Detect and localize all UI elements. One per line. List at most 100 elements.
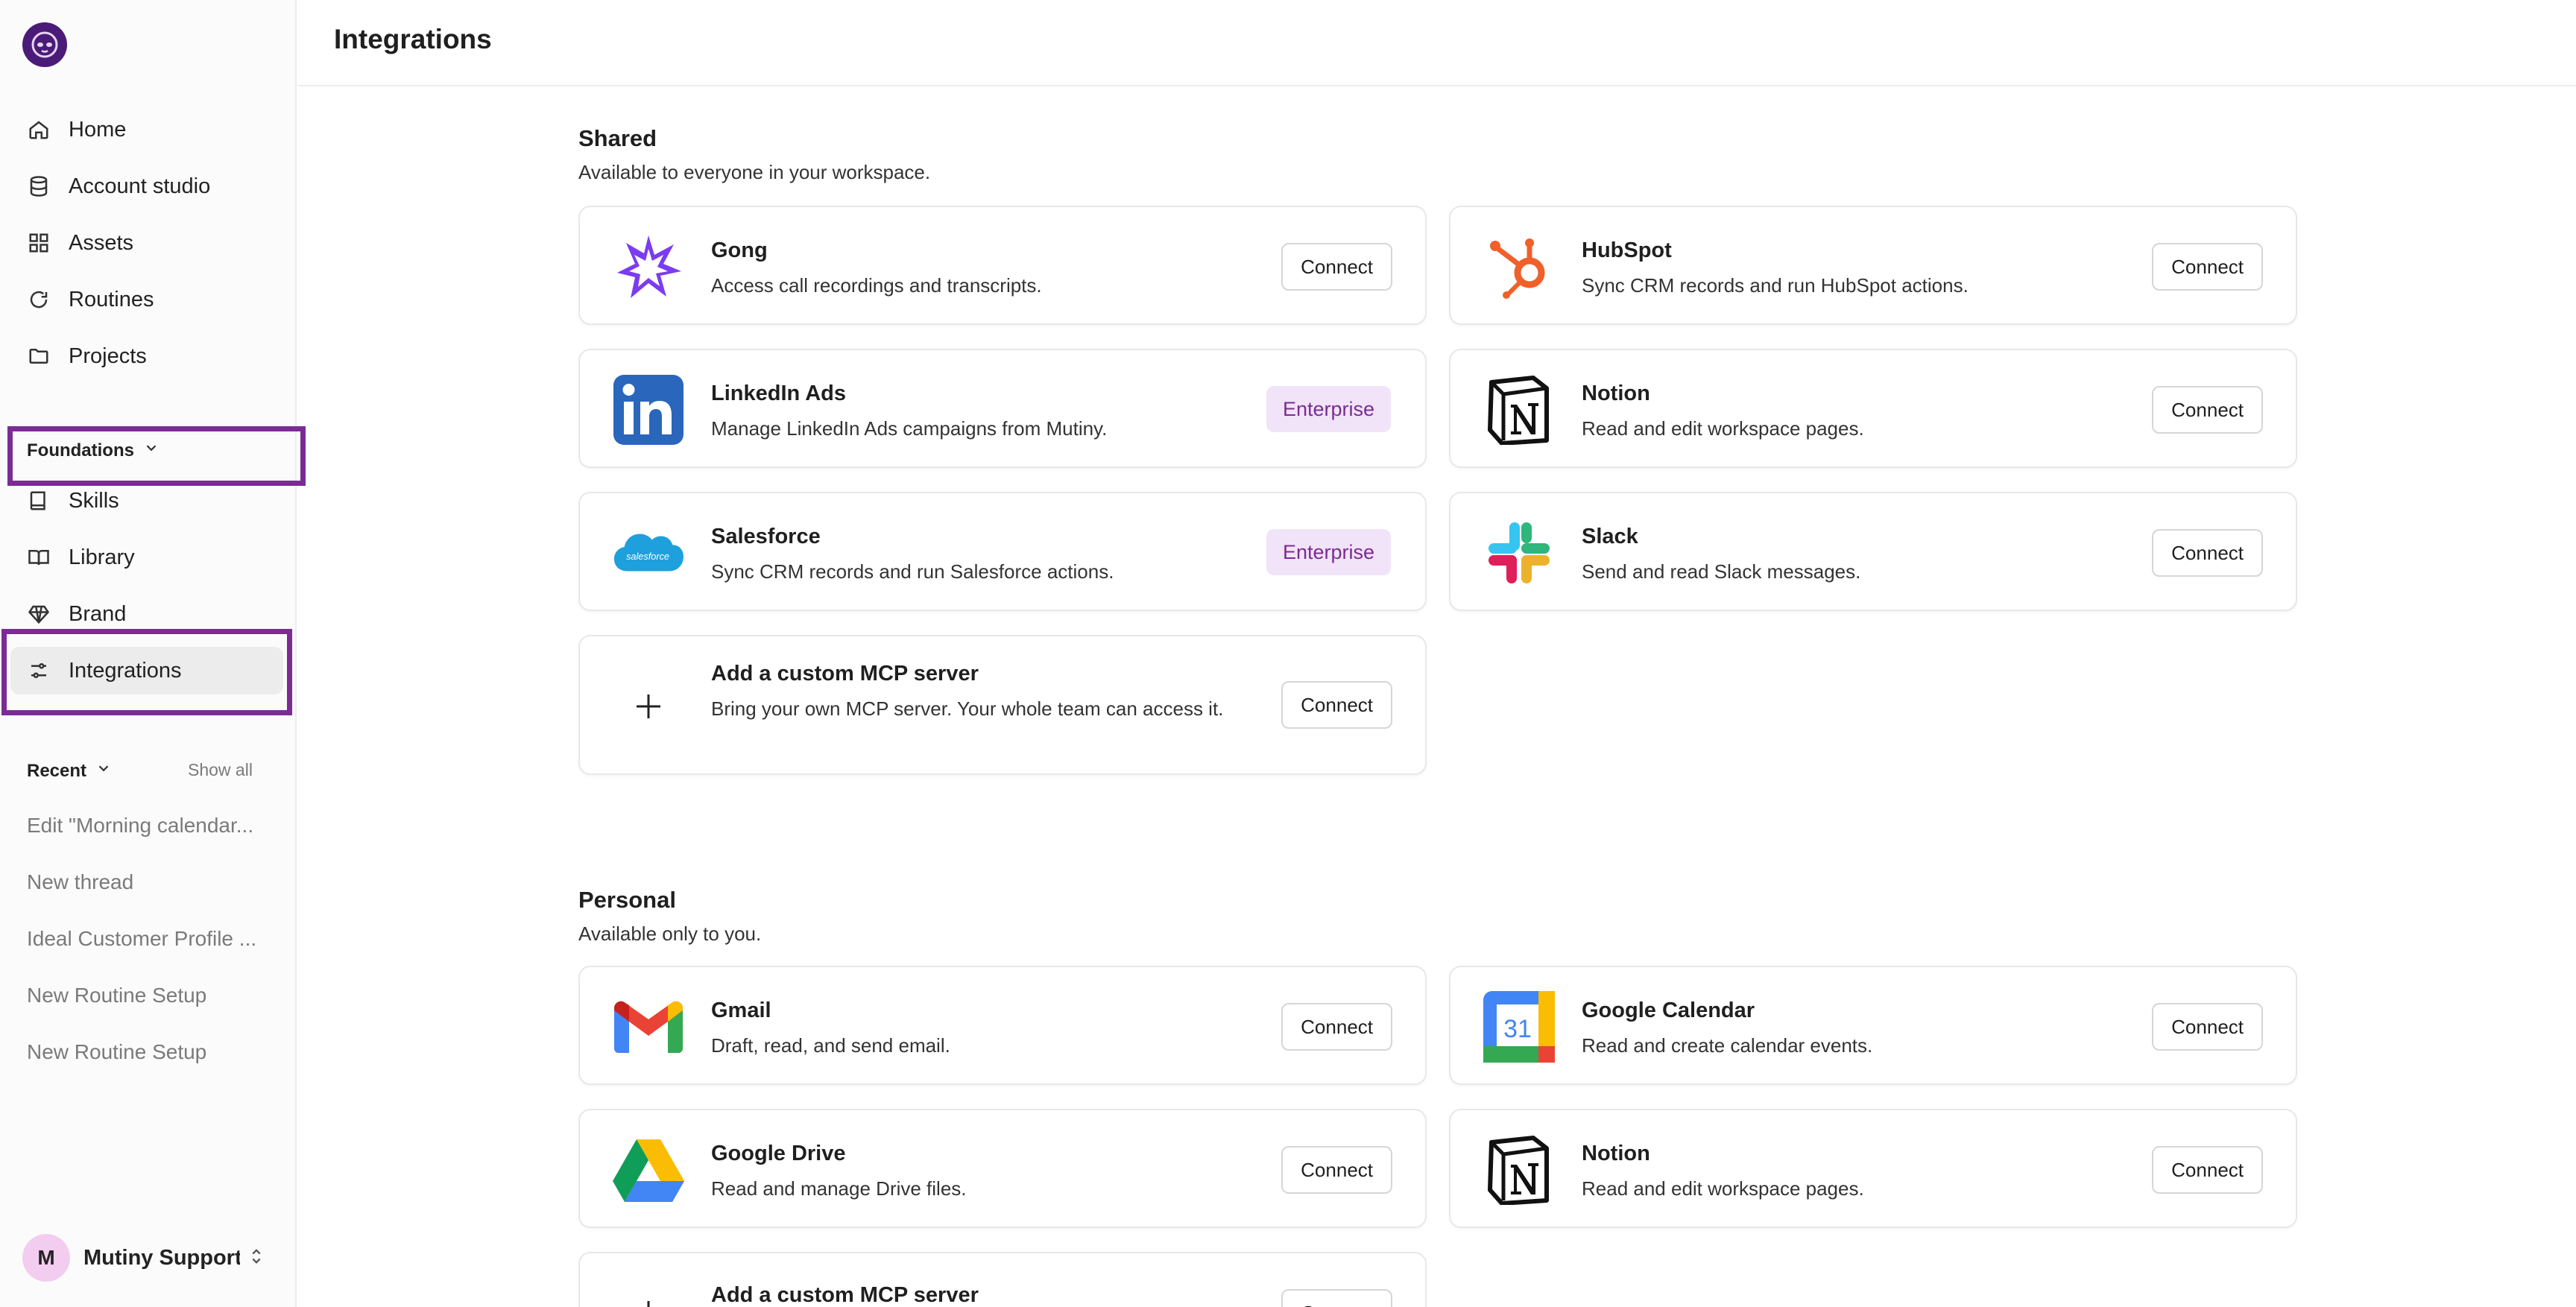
integration-description: Read and edit workspace pages. — [1582, 1177, 1864, 1200]
salesforce-icon: salesforce — [613, 517, 684, 589]
integration-description: Draft, read, and send email. — [711, 1034, 950, 1057]
gmail-icon — [613, 991, 684, 1063]
integration-card-slack: Slack Send and read Slack messages. Conn… — [1449, 492, 2297, 611]
plus-icon — [613, 671, 684, 742]
connect-button[interactable]: Connect — [1281, 1146, 1392, 1194]
integration-description: Send and read Slack messages. — [1582, 560, 1861, 583]
google-drive-icon — [613, 1134, 684, 1206]
integration-card-custom-mcp: Add a custom MCP server Bring your own M… — [578, 635, 1427, 775]
recent-item[interactable]: New thread — [27, 870, 273, 894]
integration-name: Gmail — [711, 999, 771, 1022]
user-name: Mutiny Support — [83, 1245, 240, 1270]
gong-icon — [613, 231, 684, 303]
integration-description: Read and create calendar events. — [1582, 1034, 1873, 1057]
recent-item[interactable]: Edit "Morning calendar... — [27, 814, 273, 838]
folder-icon — [27, 344, 51, 368]
grid-icon — [27, 231, 51, 255]
show-all-link[interactable]: Show all — [188, 760, 253, 780]
shared-section-subtitle: Available to everyone in your workspace. — [578, 161, 931, 183]
integration-description: Sync CRM records and run HubSpot actions… — [1582, 274, 1969, 297]
recent-section-toggle[interactable]: Recent — [27, 760, 112, 782]
integration-name: Google Calendar — [1582, 999, 1755, 1022]
linkedin-icon — [613, 374, 684, 446]
connect-button[interactable]: Connect — [2152, 386, 2263, 434]
integration-name: Notion — [1582, 1142, 1650, 1165]
notion-icon — [1483, 374, 1555, 446]
page-header: Integrations — [298, 0, 2576, 86]
enterprise-badge: Enterprise — [1266, 386, 1391, 432]
highlight-box-integrations — [1, 629, 292, 715]
salesforce-logo-text: salesforce — [626, 551, 669, 562]
personal-section-title: Personal — [578, 887, 676, 913]
integration-name: Add a custom MCP server — [711, 662, 979, 686]
mutiny-logo[interactable] — [22, 22, 67, 67]
avatar: M — [22, 1234, 70, 1282]
sidebar-item-label: Skills — [69, 488, 119, 513]
integration-description: Bring your own MCP server. Your whole te… — [711, 697, 1224, 720]
connect-button[interactable]: Connect — [2152, 243, 2263, 291]
sidebar-item-library[interactable]: Library — [10, 534, 283, 581]
user-menu[interactable]: M Mutiny Support — [22, 1234, 267, 1282]
integration-description: Access call recordings and transcripts. — [711, 274, 1042, 297]
calendar-date-text: 31 — [1503, 1015, 1532, 1043]
diamond-icon — [27, 602, 51, 626]
integration-description: Read and edit workspace pages. — [1582, 417, 1864, 440]
personal-section-subtitle: Available only to you. — [578, 923, 762, 945]
connect-button[interactable]: Connect — [1281, 1289, 1392, 1307]
integration-card-google-calendar: 31 Google Calendar Read and create calen… — [1449, 966, 2297, 1085]
integration-card-salesforce: salesforce Salesforce Sync CRM records a… — [578, 492, 1427, 611]
slack-icon — [1483, 517, 1555, 589]
page-title: Integrations — [334, 24, 492, 54]
recent-item[interactable]: Ideal Customer Profile ... — [27, 927, 273, 951]
connect-button[interactable]: Connect — [2152, 1003, 2263, 1051]
sidebar-item-routines[interactable]: Routines — [10, 276, 283, 323]
integration-name: Gong — [711, 238, 768, 262]
integration-name: Notion — [1582, 382, 1650, 405]
connect-button[interactable]: Connect — [1281, 243, 1392, 291]
recent-title: Recent — [27, 760, 87, 781]
book-icon — [27, 489, 51, 513]
connect-button[interactable]: Connect — [2152, 1146, 2263, 1194]
integration-card-google-drive: Google Drive Read and manage Drive files… — [578, 1109, 1427, 1228]
open-book-icon — [27, 545, 51, 569]
sidebar-item-projects[interactable]: Projects — [10, 332, 283, 380]
integration-card-gmail: Gmail Draft, read, and send email. Conne… — [578, 966, 1427, 1085]
refresh-icon — [27, 288, 51, 311]
recent-item[interactable]: New Routine Setup — [27, 984, 273, 1007]
integration-card-notion: Notion Read and edit workspace pages. Co… — [1449, 349, 2297, 468]
raccoon-logo-icon — [31, 31, 58, 58]
integration-card-custom-mcp-personal: Add a custom MCP server Connect — [578, 1252, 1427, 1307]
integration-card-linkedin-ads: LinkedIn Ads Manage LinkedIn Ads campaig… — [578, 349, 1427, 468]
app-window: Home Account studio Assets Routines Proj… — [0, 0, 2576, 1307]
connect-button[interactable]: Connect — [1281, 1003, 1392, 1051]
connect-button[interactable]: Connect — [2152, 529, 2263, 577]
sidebar-item-home[interactable]: Home — [10, 106, 283, 154]
notion-icon — [1483, 1134, 1555, 1206]
integration-description: Read and manage Drive files. — [711, 1177, 967, 1200]
integration-card-hubspot: HubSpot Sync CRM records and run HubSpot… — [1449, 206, 2297, 325]
integration-name: HubSpot — [1582, 238, 1672, 262]
sidebar-item-label: Assets — [69, 230, 134, 255]
sidebar-item-account-studio[interactable]: Account studio — [10, 162, 283, 210]
sidebar-item-label: Projects — [69, 344, 147, 368]
recent-item[interactable]: New Routine Setup — [27, 1040, 273, 1064]
hubspot-icon — [1483, 231, 1555, 303]
sidebar-item-label: Brand — [69, 601, 127, 626]
integration-description: Manage LinkedIn Ads campaigns from Mutin… — [711, 417, 1108, 440]
connect-button[interactable]: Connect — [1281, 681, 1392, 729]
database-icon — [27, 174, 51, 198]
integration-name: Salesforce — [711, 525, 821, 548]
sidebar: Home Account studio Assets Routines Proj… — [0, 0, 306, 1307]
plus-icon — [613, 1277, 684, 1307]
sidebar-item-label: Account studio — [69, 174, 211, 198]
sidebar-item-label: Library — [69, 545, 135, 569]
google-calendar-icon: 31 — [1483, 991, 1555, 1063]
chevron-up-down-icon — [246, 1246, 267, 1270]
sidebar-item-skills[interactable]: Skills — [10, 477, 283, 525]
enterprise-badge: Enterprise — [1266, 529, 1391, 575]
integration-description: Sync CRM records and run Salesforce acti… — [711, 560, 1114, 583]
sidebar-item-assets[interactable]: Assets — [10, 219, 283, 267]
integration-card-gong: Gong Access call recordings and transcri… — [578, 206, 1427, 325]
integration-name: Slack — [1582, 525, 1638, 548]
integration-card-notion-personal: Notion Read and edit workspace pages. Co… — [1449, 1109, 2297, 1228]
